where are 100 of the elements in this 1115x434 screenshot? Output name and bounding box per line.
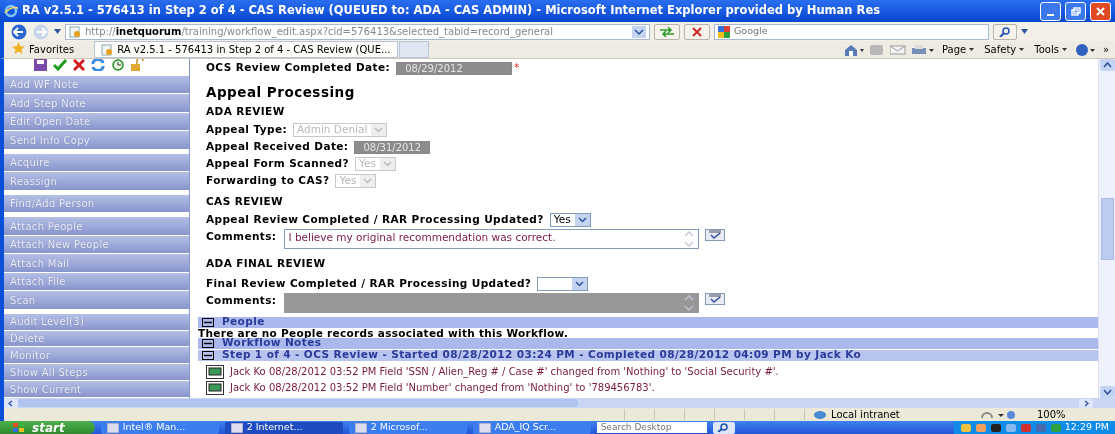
date-field: 08/29/2012 (396, 61, 513, 75)
more-chevron[interactable]: » (1100, 42, 1111, 57)
comments-textarea[interactable]: I believe my original recommendation was correct. (284, 228, 700, 249)
back-button-icon[interactable] (10, 23, 28, 40)
window-title: RA v2.5.1 - 576413 in Step 2 of 4 - CAS Review (QUEUED to: ADA - CAS ADMIN) - Microsoft Internet Explorer provided by Human Res (22, 2, 882, 20)
sidebar-button[interactable]: Acquire (4, 153, 189, 173)
windows-flag-icon (12, 422, 26, 433)
close-icon (1096, 6, 1105, 16)
search-icon (998, 26, 1012, 37)
taskbar-button[interactable]: ADA_IQ Scr... (472, 421, 591, 434)
sidebar-button[interactable]: Add WF Note (4, 75, 189, 95)
restore-button[interactable] (1065, 1, 1086, 21)
caret-icon (363, 178, 373, 184)
favorites-button[interactable]: Favorites (10, 42, 77, 57)
page-icon (101, 43, 114, 56)
start-button[interactable]: start (0, 421, 95, 434)
scroll-arrows-icon[interactable] (683, 229, 696, 248)
empty-message: There are no People records associated with this Workflow. (198, 327, 570, 338)
scroll-left-icon[interactable] (4, 398, 18, 408)
sidebar-button[interactable]: Find/Add Person (4, 194, 189, 214)
dropdown[interactable] (537, 276, 589, 291)
cross-icon[interactable] (73, 59, 85, 72)
page-icon (69, 25, 81, 38)
sidebar-button[interactable]: Attach Mail (4, 254, 189, 273)
caret-icon (1019, 48, 1025, 51)
browser-tab[interactable]: RA v2.5.1 - 576413 in Step 2 of 4 - CAS Review (QUE... (94, 41, 398, 58)
section-header[interactable]: Workflow Notes (198, 337, 1098, 349)
search-button[interactable] (993, 23, 1017, 40)
note-text: Jack Ko 08/28/2012 03:52 PM Field 'SSN / Alien_Reg # / Case #' changed from 'Nothing' to 'Social Security #'. (230, 365, 779, 379)
caret-icon (577, 216, 587, 223)
sidebar-button[interactable]: Add Step Note (4, 94, 189, 113)
horizontal-scroll-thumb[interactable] (18, 399, 578, 407)
dropdown-caret-icon[interactable] (54, 29, 61, 34)
section-header[interactable]: People (198, 316, 1098, 328)
help-icon[interactable] (1074, 43, 1095, 56)
stop-x-icon (689, 26, 705, 37)
sidebar-button[interactable]: Show All Steps (4, 364, 189, 382)
address-field[interactable]: http://inetquorum/training/workflow_edit.aspx?cid=576413&selected_tabid=record_general (65, 23, 650, 40)
menu-command[interactable]: Tools (1032, 42, 1069, 57)
scroll-down-icon[interactable] (1099, 386, 1115, 398)
home-icon[interactable] (844, 43, 864, 56)
sidebar-button[interactable]: Show Current (4, 381, 189, 398)
minimize-icon (1047, 13, 1054, 16)
sidebar-button[interactable]: Scan (4, 291, 189, 310)
spellcheck-button[interactable] (705, 228, 726, 241)
caret-icon (1061, 48, 1067, 51)
menu-command[interactable]: Safety (982, 42, 1027, 57)
star-icon (12, 42, 25, 54)
refresh-icon[interactable] (91, 59, 105, 72)
field-label: Comments: (206, 228, 277, 244)
section-title: ADA REVIEW (206, 104, 286, 120)
taskbar-button[interactable]: Intel® Man... (100, 421, 219, 434)
clock-time: 12:29 PM (1064, 420, 1109, 434)
scroll-right-icon[interactable] (1079, 398, 1093, 408)
caret-icon (575, 280, 585, 287)
collapse-box-icon (202, 350, 214, 360)
sidebar-button[interactable]: Send Info Copy (4, 131, 189, 150)
taskbar-button[interactable]: 2 Internet... (224, 421, 343, 434)
dropdown: Yes (354, 157, 396, 171)
sidebar-button[interactable]: Monitor (4, 347, 189, 365)
field-label: Appeal Form Scanned? (206, 156, 349, 172)
spellcheck-icon (708, 230, 723, 240)
browser-logo-icon (4, 4, 18, 18)
field-label: OCS Review Completed Date: (206, 60, 391, 76)
dropdown[interactable]: Yes (549, 212, 591, 227)
desktop-search-field[interactable]: Search Desktop (596, 422, 707, 433)
search-field[interactable]: Google (714, 23, 989, 40)
note-card-icon[interactable] (206, 380, 224, 395)
refresh-button[interactable] (654, 23, 680, 40)
field-label: Comments: (206, 292, 277, 308)
zoom-level[interactable]: 100% (1035, 407, 1115, 422)
collapse-box-icon (202, 317, 214, 327)
scroll-thumb[interactable] (1100, 197, 1114, 260)
desktop-search-button[interactable] (712, 421, 735, 434)
note-card-icon[interactable] (206, 364, 224, 379)
minimize-button[interactable] (1040, 1, 1061, 21)
caret-icon (374, 127, 384, 133)
field-label: Forwarding to CAS? (206, 173, 330, 189)
checkmark-icon[interactable] (53, 59, 67, 72)
sidebar-button[interactable]: Audit Level(3) (4, 313, 189, 331)
printer-icon[interactable] (912, 43, 934, 56)
field-label: Appeal Received Date: (206, 139, 349, 155)
required-asterisk: * (514, 61, 520, 75)
menu-command[interactable]: Page (940, 42, 977, 57)
sidebar-button[interactable]: Reassign (4, 172, 189, 191)
spellcheck-button[interactable] (705, 292, 726, 305)
dropdown-caret-icon[interactable] (1021, 29, 1028, 34)
network-globe-icon (813, 409, 827, 420)
dropdown-caret-icon[interactable] (632, 25, 646, 38)
search-icon (716, 423, 729, 432)
taskbar-button[interactable]: 2 Microsof... (348, 421, 467, 434)
protected-mode-icon[interactable] (980, 409, 1006, 420)
section-heading: Appeal Processing (206, 83, 356, 102)
scroll-up-icon[interactable] (1099, 59, 1115, 71)
stop-button[interactable] (684, 23, 710, 40)
collapse-box-icon (202, 338, 214, 348)
close-button[interactable] (1090, 1, 1111, 21)
note-text: Jack Ko 08/28/2012 03:52 PM Field 'Number' changed from 'Nothing' to '789456783'. (230, 381, 655, 395)
sidebar-button[interactable]: Attach People (4, 217, 189, 236)
zoom-magnifier-icon[interactable] (1006, 409, 1017, 420)
